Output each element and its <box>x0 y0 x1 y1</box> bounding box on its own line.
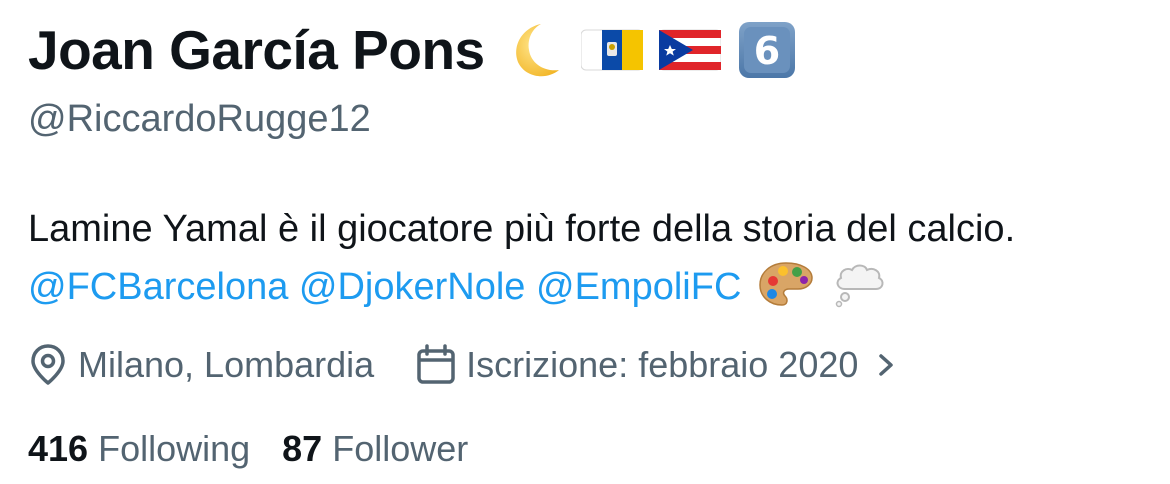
follower-label[interactable]: Follower <box>332 428 468 470</box>
mention-fcbarcelona[interactable]: @FCBarcelona <box>28 266 288 308</box>
bio-text: Lamine Yamal è il giocatore più forte de… <box>28 208 1016 250</box>
display-name: Joan García Pons <box>28 19 485 81</box>
profile-meta: Milano, Lombardia Iscrizione: febbraio 2… <box>28 340 912 390</box>
canary-islands-flag-emoji <box>580 26 643 74</box>
keycap-six-emoji: 6 <box>737 20 797 80</box>
mention-empolifc[interactable]: @EmpoliFC <box>536 266 741 308</box>
joined-text: Iscrizione: febbraio 2020 <box>466 344 859 385</box>
user-handle: @RiccardoRugge12 <box>28 98 371 140</box>
location-item: Milano, Lombardia <box>28 343 374 387</box>
puerto-rico-flag-emoji <box>658 26 721 74</box>
following-label[interactable]: Following <box>98 428 250 470</box>
profile-header: Joan García Pons 6 @RiccardoRugge12 Lami… <box>28 0 1148 484</box>
thought-balloon-emoji <box>831 259 887 326</box>
bio: Lamine Yamal è il giocatore più forte de… <box>28 200 1138 326</box>
joined-item[interactable]: Iscrizione: febbraio 2020 <box>416 344 912 386</box>
map-pin-icon <box>31 344 65 385</box>
follower-count[interactable]: 87 <box>282 428 322 470</box>
following-count[interactable]: 416 <box>28 428 88 470</box>
name-row: Joan García Pons 6 <box>28 14 797 86</box>
location-text: Milano, Lombardia <box>78 344 375 385</box>
chevron-right-icon <box>879 354 894 376</box>
crescent-moon-emoji <box>501 18 565 82</box>
mention-djokernole[interactable]: @DjokerNole <box>299 266 526 308</box>
calendar-icon <box>417 344 455 384</box>
follow-stats: 416 Following 87 Follower <box>28 426 468 472</box>
artist-palette-emoji <box>758 259 814 326</box>
keycap-six-text: 6 <box>753 29 779 73</box>
